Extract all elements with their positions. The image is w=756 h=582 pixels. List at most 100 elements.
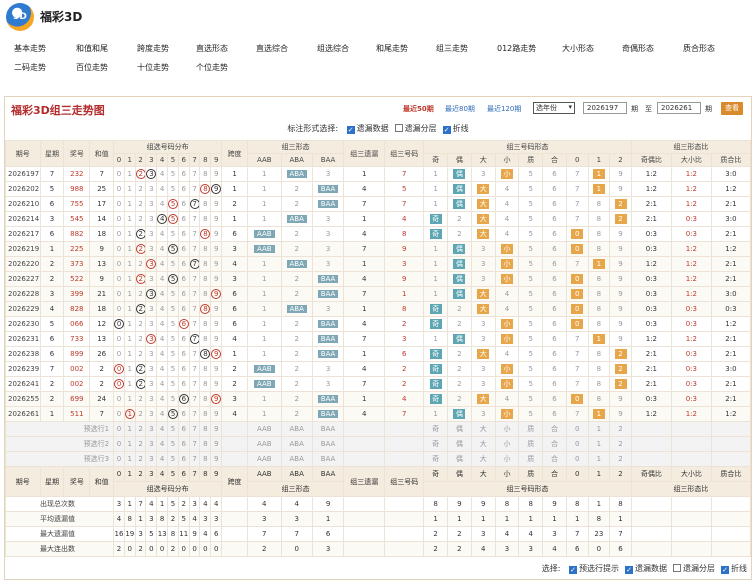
preselect-xt[interactable]: 大 <box>470 421 496 437</box>
preselect-row[interactable]: 预选行3 0 1 2 3 4 5 6 7 8 9 AAB ABA BAA 奇偶大小质合 0 1 2 <box>4 451 752 467</box>
preselect-form[interactable]: ABA <box>280 451 313 467</box>
nav-link[interactable]: 大小形态 <box>562 43 594 54</box>
mark-checkbox[interactable]: ✓ <box>346 126 355 134</box>
to-issue-input[interactable]: 2026261 <box>657 102 701 114</box>
preselect-digit[interactable]: 0 <box>113 436 125 452</box>
preselect-form[interactable]: AAB <box>247 436 282 452</box>
preselect-digit[interactable]: 0 <box>113 451 125 467</box>
preselect-xt[interactable]: 2 <box>609 436 632 452</box>
preselect-xt[interactable]: 大 <box>470 436 496 452</box>
year-select[interactable]: 选年份 ▾ <box>533 102 575 114</box>
preselect-xt[interactable]: 质 <box>518 421 544 437</box>
preselect-digit[interactable]: 8 <box>199 436 212 452</box>
preselect-digit[interactable]: 3 <box>145 421 158 437</box>
preselect-row[interactable]: 预选行2 0 1 2 3 4 5 6 7 8 9 AAB ABA BAA 奇偶大小质合 0 1 2 <box>4 436 752 452</box>
nav-link[interactable]: 奇偶形态 <box>622 43 654 54</box>
nav-link[interactable]: 组选综合 <box>317 43 349 54</box>
preselect-xt[interactable]: 0 <box>565 421 589 437</box>
query-button[interactable]: 查看 <box>721 102 743 115</box>
preselect-xt[interactable]: 1 <box>587 451 611 467</box>
preselect-xt[interactable]: 合 <box>542 421 567 437</box>
preselect-xt[interactable]: 质 <box>518 451 544 467</box>
nav-link[interactable]: 和尾走势 <box>376 43 408 54</box>
nav-link[interactable]: 十位走势 <box>137 62 169 73</box>
preselect-xt[interactable]: 奇 <box>423 451 449 467</box>
preselect-xt[interactable]: 2 <box>609 421 632 437</box>
preselect-xt[interactable]: 小 <box>494 421 520 437</box>
nav-link[interactable]: 质合形态 <box>683 43 715 54</box>
preselect-xt[interactable]: 偶 <box>447 451 472 467</box>
footer-checkbox[interactable] <box>673 564 681 572</box>
preselect-xt[interactable]: 奇 <box>423 436 449 452</box>
preselect-form[interactable]: BAA <box>311 451 345 467</box>
preselect-xt[interactable]: 0 <box>565 451 589 467</box>
preselect-xt[interactable]: 1 <box>587 421 611 437</box>
preselect-xt[interactable]: 大 <box>470 451 496 467</box>
preselect-digit[interactable]: 1 <box>123 436 136 452</box>
preselect-digit[interactable]: 4 <box>156 451 169 467</box>
preselect-form[interactable]: BAA <box>311 421 345 437</box>
preselect-digit[interactable]: 8 <box>199 451 212 467</box>
range-120-link[interactable]: 最近120期 <box>487 104 521 114</box>
preselect-xt[interactable]: 质 <box>518 436 544 452</box>
mark-checkbox[interactable]: ✓ <box>442 126 451 134</box>
preselect-digit[interactable]: 4 <box>156 421 169 437</box>
preselect-digit[interactable]: 7 <box>188 421 201 437</box>
preselect-xt[interactable]: 偶 <box>447 436 472 452</box>
preselect-digit[interactable]: 2 <box>134 436 147 452</box>
nav-link[interactable]: 百位走势 <box>76 62 108 73</box>
nav-link[interactable]: 直选形态 <box>196 43 228 54</box>
mark-checkbox[interactable] <box>394 124 403 132</box>
nav-link[interactable]: 跨度走势 <box>137 43 169 54</box>
preselect-digit[interactable]: 9 <box>210 451 223 467</box>
nav-link[interactable]: 二码走势 <box>14 62 46 73</box>
preselect-digit[interactable]: 6 <box>177 451 190 467</box>
preselect-digit[interactable]: 3 <box>145 451 158 467</box>
preselect-digit[interactable]: 2 <box>134 421 147 437</box>
preselect-digit[interactable]: 5 <box>167 451 179 467</box>
preselect-form[interactable]: BAA <box>311 436 345 452</box>
preselect-xt[interactable]: 0 <box>565 436 589 452</box>
preselect-digit[interactable]: 1 <box>123 451 136 467</box>
footer-checkbox[interactable]: ✓ <box>569 566 577 574</box>
preselect-digit[interactable]: 2 <box>134 451 147 467</box>
preselect-xt[interactable]: 小 <box>494 451 520 467</box>
preselect-digit[interactable]: 5 <box>167 421 179 437</box>
range-50-link[interactable]: 最近50期 <box>403 104 434 114</box>
preselect-row[interactable]: 预选行1 0 1 2 3 4 5 6 7 8 9 AAB ABA BAA 奇偶大小质合 0 1 2 <box>4 421 752 437</box>
nav-link[interactable]: 组三走势 <box>436 43 468 54</box>
preselect-form[interactable]: ABA <box>280 421 313 437</box>
preselect-form[interactable]: ABA <box>280 436 313 452</box>
footer-checkbox[interactable]: ✓ <box>721 566 729 574</box>
preselect-xt[interactable]: 偶 <box>447 421 472 437</box>
preselect-xt[interactable]: 奇 <box>423 421 449 437</box>
preselect-digit[interactable]: 7 <box>188 436 201 452</box>
footer-checkbox[interactable]: ✓ <box>625 566 633 574</box>
preselect-digit[interactable]: 9 <box>210 421 223 437</box>
preselect-digit[interactable]: 0 <box>113 421 125 437</box>
nav-link[interactable]: 和值和尾 <box>76 43 108 54</box>
preselect-digit[interactable]: 8 <box>199 421 212 437</box>
preselect-digit[interactable]: 5 <box>167 436 179 452</box>
preselect-xt[interactable]: 小 <box>494 436 520 452</box>
nav-link[interactable]: 直选综合 <box>256 43 288 54</box>
preselect-xt[interactable]: 1 <box>587 436 611 452</box>
preselect-xt[interactable]: 2 <box>609 451 632 467</box>
preselect-xt[interactable]: 合 <box>542 451 567 467</box>
preselect-digit[interactable]: 6 <box>177 436 190 452</box>
preselect-digit[interactable]: 1 <box>123 421 136 437</box>
range-80-link[interactable]: 最近80期 <box>445 104 475 114</box>
from-issue-input[interactable]: 2026197 <box>583 102 627 114</box>
nav-link[interactable]: 012路走势 <box>497 43 536 54</box>
preselect-digit[interactable]: 6 <box>177 421 190 437</box>
preselect-form[interactable]: AAB <box>247 421 282 437</box>
preselect-xt[interactable]: 合 <box>542 436 567 452</box>
preselect-digit[interactable]: 4 <box>156 436 169 452</box>
nav-link[interactable]: 个位走势 <box>196 62 228 73</box>
nav-link[interactable]: 基本走势 <box>14 43 46 54</box>
form-cell: 2 <box>280 406 313 422</box>
preselect-digit[interactable]: 3 <box>145 436 158 452</box>
preselect-digit[interactable]: 9 <box>210 436 223 452</box>
preselect-form[interactable]: AAB <box>247 451 282 467</box>
preselect-digit[interactable]: 7 <box>188 451 201 467</box>
